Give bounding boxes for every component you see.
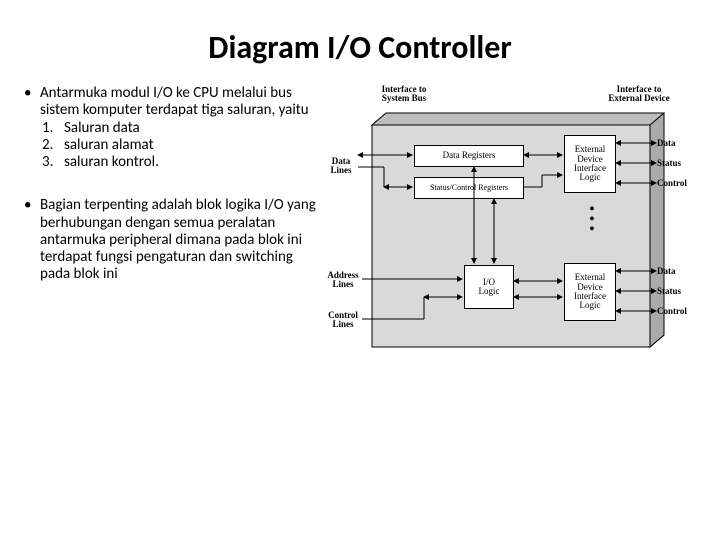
- bullet-dot: •: [24, 197, 40, 283]
- list-item: 2.saluran alamat: [42, 137, 324, 154]
- diagram-arrows: [324, 85, 694, 385]
- bullet-2: • Bagian terpenting adalah blok logika I…: [24, 197, 324, 283]
- bullet-1-text: Antarmuka modul I/O ke CPU melalui bus s…: [40, 84, 309, 119]
- list-item: 1.Saluran data: [42, 120, 324, 137]
- io-controller-diagram: Interface toSystem Bus Interface toExter…: [324, 85, 696, 405]
- bullet-dot: •: [24, 85, 40, 171]
- page-title: Diagram I/O Controller: [0, 0, 720, 85]
- text-column: • Antarmuka modul I/O ke CPU melalui bus…: [24, 85, 324, 405]
- list-item-text: saluran alamat: [64, 137, 154, 154]
- bullet-2-text: Bagian terpenting adalah blok logika I/O…: [40, 197, 324, 283]
- list-item-text: Saluran data: [64, 120, 140, 137]
- content-row: • Antarmuka modul I/O ke CPU melalui bus…: [0, 85, 720, 405]
- list-item-text: saluran kontrol.: [64, 154, 159, 171]
- bullet-1: • Antarmuka modul I/O ke CPU melalui bus…: [24, 85, 324, 171]
- numbered-list: 1.Saluran data 2.saluran alamat 3.salura…: [42, 120, 324, 172]
- list-item: 3.saluran kontrol.: [42, 154, 324, 171]
